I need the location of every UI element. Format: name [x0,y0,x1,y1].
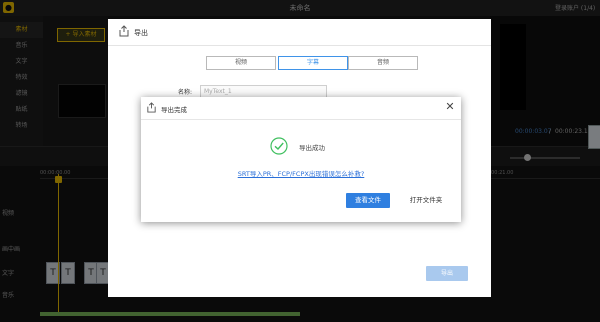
tab-audio[interactable]: 音频 [348,56,418,70]
success-check-icon [270,137,288,155]
export-header [108,19,491,46]
success-message: 导出成功 [299,144,325,152]
view-file-button[interactable]: 查看文件 [346,193,390,208]
export-complete-dialog: 导出完成 ✕ 导出成功 SRT导入PR、FCP/FCPX出现错误怎么补救? 查看… [141,97,461,222]
close-icon[interactable]: ✕ [443,100,457,114]
tab-subtitle[interactable]: 字幕 [278,56,348,70]
dialog-header [141,97,461,120]
tab-video[interactable]: 视频 [206,56,276,70]
export-icon [147,102,156,113]
name-label: 名称: [178,89,193,96]
open-folder-button[interactable]: 打开文件夹 [401,193,451,208]
export-icon [119,25,129,37]
help-link[interactable]: SRT导入PR、FCP/FCPX出现错误怎么补救? [141,168,461,178]
dialog-title: 导出完成 [161,106,187,114]
export-title: 导出 [134,29,148,37]
export-button[interactable]: 导出 [426,266,468,281]
